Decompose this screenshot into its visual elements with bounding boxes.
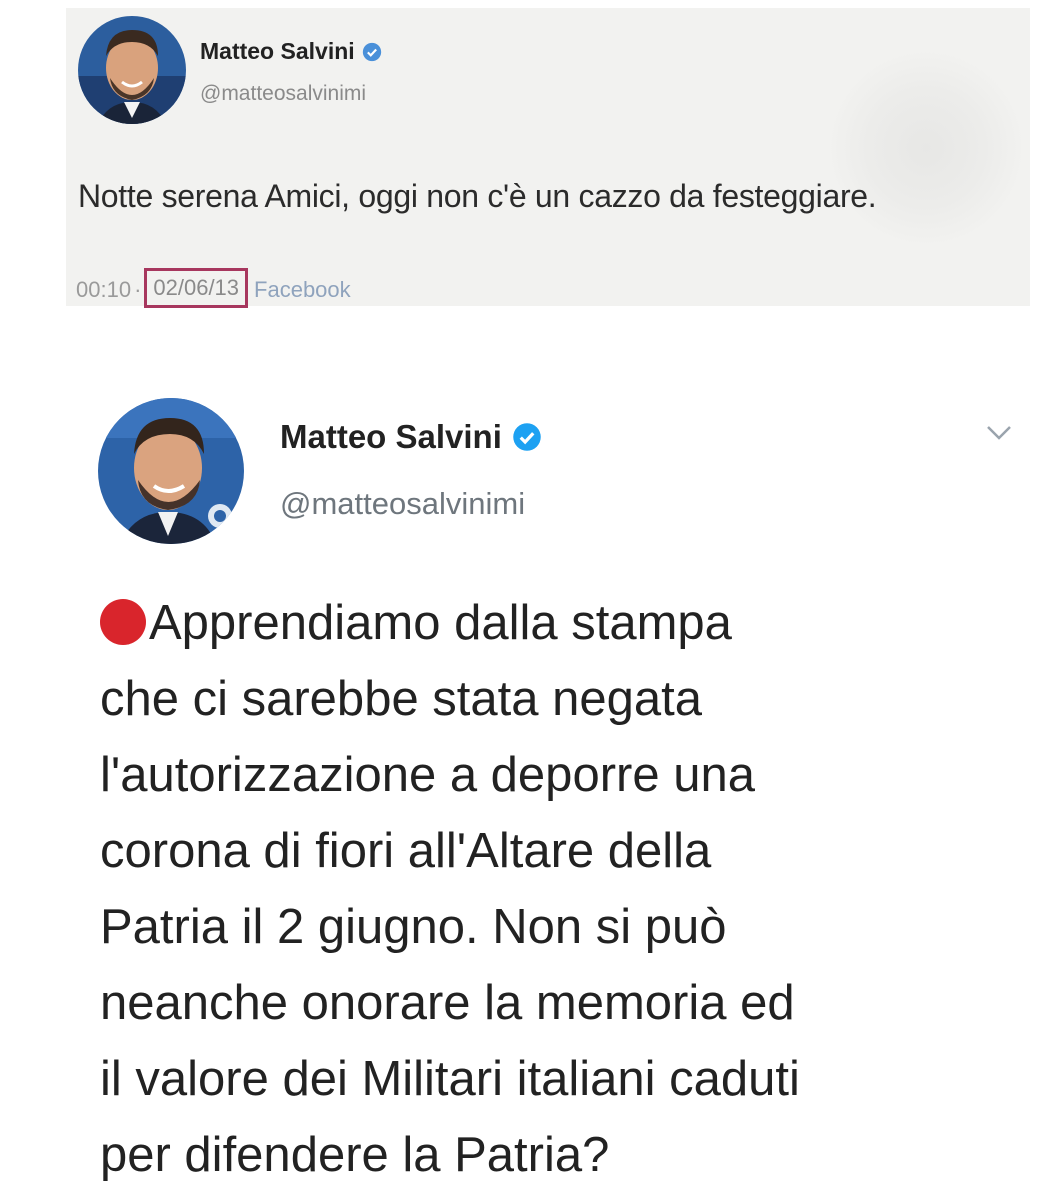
meta-separator: · xyxy=(134,277,142,302)
author-name[interactable]: Matteo Salvini xyxy=(200,38,382,65)
tweet-text-line: neanche onorare la memoria ed xyxy=(100,976,795,1030)
tweet-text-line: che ci sarebbe stata negata xyxy=(100,672,703,726)
avatar[interactable] xyxy=(78,16,186,124)
author-handle[interactable]: @matteosalvinimi xyxy=(200,82,366,106)
author-handle[interactable]: @matteosalvinimi xyxy=(280,486,525,522)
author-name-text: Matteo Salvini xyxy=(200,38,355,64)
verified-badge-icon xyxy=(512,422,542,452)
background-watermark xyxy=(826,48,1026,248)
tweet-meta: 00:10 · 02/06/13 Facebook xyxy=(76,268,351,310)
tweet-bottom: Matteo Salvini @matteosalvinimi Apprendi… xyxy=(0,380,1056,1200)
author-name-text: Matteo Salvini xyxy=(280,418,502,455)
verified-badge-icon xyxy=(362,42,382,62)
tweet-text-line: corona di fiori all'Altare della xyxy=(100,824,712,878)
tweet-top: Matteo Salvini @matteosalvinimi Notte se… xyxy=(66,8,1030,308)
chevron-down-icon[interactable] xyxy=(984,422,1014,444)
tweet-text: Apprendiamo dalla stampa che ci sarebbe … xyxy=(100,585,1030,1193)
tweet-date-highlighted: 02/06/13 xyxy=(144,268,249,308)
red-circle-icon xyxy=(100,599,146,645)
tweet-text-line: per difendere la Patria? xyxy=(100,1128,610,1182)
tweet-text-line: il valore dei Militari italiani caduti xyxy=(100,1052,800,1106)
tweet-time: 00:10 xyxy=(76,277,132,302)
tweet-text: Notte serena Amici, oggi non c'è un cazz… xyxy=(78,178,877,214)
tweet-text-line: Patria il 2 giugno. Non si può xyxy=(100,900,727,954)
tweet-source[interactable]: Facebook xyxy=(254,277,351,303)
tweet-text-line-content: Apprendiamo dalla stampa xyxy=(149,596,732,650)
tweet-text-line: l'autorizzazione a deporre una xyxy=(100,748,755,802)
avatar[interactable] xyxy=(98,398,244,544)
author-name[interactable]: Matteo Salvini xyxy=(280,418,542,456)
tweet-text-line: Apprendiamo dalla stampa xyxy=(100,585,1030,661)
